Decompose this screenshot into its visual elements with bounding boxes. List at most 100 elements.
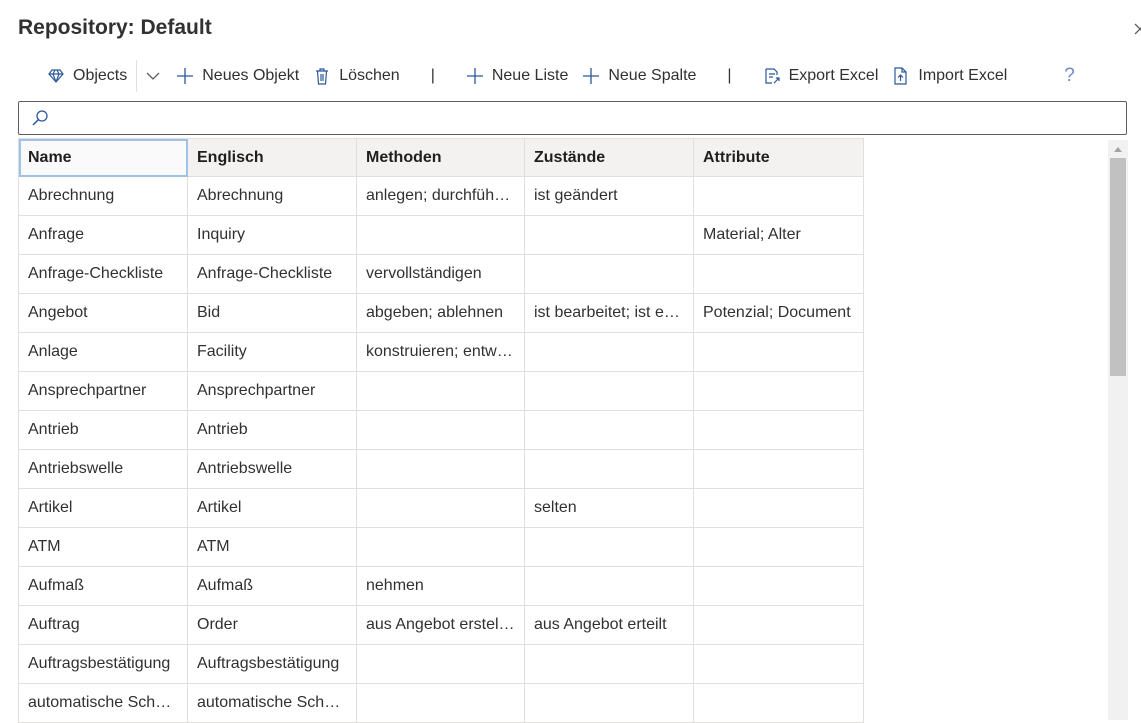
table-row[interactable]: Artikel Artikel selten (18, 488, 864, 528)
cell-zustaende[interactable] (524, 371, 694, 411)
cell-methoden[interactable] (356, 644, 525, 684)
cell-zustaende[interactable] (524, 683, 694, 723)
table-row[interactable]: Ansprechpartner Ansprechpartner (18, 371, 864, 411)
cell-zustaende[interactable] (524, 566, 694, 606)
cell-englisch[interactable]: Bid (187, 293, 357, 333)
cell-methoden[interactable]: anlegen; durchführen (356, 176, 525, 216)
cell-zustaende[interactable]: ist bearbeitet; ist erstellt (524, 293, 694, 333)
export-excel-button[interactable]: Export Excel (756, 58, 886, 94)
cell-attribute[interactable]: Potenzial; Document (693, 293, 864, 333)
cell-englisch[interactable]: Aufmaß (187, 566, 357, 606)
column-header-name[interactable]: Name (18, 138, 188, 177)
table-row[interactable]: automatische Schaltung automatische Schal… (18, 683, 864, 723)
cell-name[interactable]: Anlage (18, 332, 188, 372)
objects-button[interactable]: Objects (40, 58, 134, 94)
column-header-methoden[interactable]: Methoden (356, 138, 525, 177)
cell-name[interactable]: Artikel (18, 488, 188, 528)
scroll-up-button[interactable] (1108, 140, 1128, 158)
cell-attribute[interactable] (693, 410, 864, 450)
new-column-button[interactable]: Neue Spalte (575, 58, 703, 94)
close-icon[interactable] (1133, 22, 1141, 36)
cell-name[interactable]: Antrieb (18, 410, 188, 450)
cell-methoden[interactable]: vervollständigen (356, 254, 525, 294)
cell-methoden[interactable]: aus Angebot erstellen (356, 605, 525, 645)
cell-name[interactable]: Anfrage (18, 215, 188, 255)
table-row[interactable]: Antrieb Antrieb (18, 410, 864, 450)
new-list-button[interactable]: Neue Liste (459, 58, 576, 94)
column-header-englisch[interactable]: Englisch (187, 138, 357, 177)
help-button[interactable]: ? (1064, 65, 1075, 87)
cell-attribute[interactable] (693, 644, 864, 684)
cell-englisch[interactable]: Artikel (187, 488, 357, 528)
cell-attribute[interactable] (693, 449, 864, 489)
cell-methoden[interactable] (356, 683, 525, 723)
objects-dropdown-button[interactable] (139, 58, 169, 94)
cell-englisch[interactable]: Antrieb (187, 410, 357, 450)
cell-name[interactable]: Angebot (18, 293, 188, 333)
cell-englisch[interactable]: Antriebswelle (187, 449, 357, 489)
delete-button[interactable]: Löschen (306, 58, 407, 94)
cell-methoden[interactable] (356, 449, 525, 489)
cell-zustaende[interactable] (524, 410, 694, 450)
table-row[interactable]: Abrechnung Abrechnung anlegen; durchführen… (18, 176, 864, 216)
cell-name[interactable]: Antriebswelle (18, 449, 188, 489)
cell-methoden[interactable] (356, 410, 525, 450)
cell-attribute[interactable] (693, 332, 864, 372)
cell-attribute[interactable] (693, 371, 864, 411)
table-row[interactable]: Anfrage Inquiry Material; Alter (18, 215, 864, 255)
cell-zustaende[interactable]: ist geändert (524, 176, 694, 216)
cell-methoden[interactable] (356, 527, 525, 567)
cell-attribute[interactable] (693, 176, 864, 216)
cell-englisch[interactable]: ATM (187, 527, 357, 567)
cell-attribute[interactable]: Material; Alter (693, 215, 864, 255)
cell-name[interactable]: Aufmaß (18, 566, 188, 606)
cell-name[interactable]: Ansprechpartner (18, 371, 188, 411)
cell-englisch[interactable]: Facility (187, 332, 357, 372)
cell-methoden[interactable] (356, 488, 525, 528)
cell-attribute[interactable] (693, 566, 864, 606)
scrollbar-thumb[interactable] (1110, 158, 1126, 376)
cell-attribute[interactable] (693, 254, 864, 294)
cell-methoden[interactable] (356, 371, 525, 411)
cell-zustaende[interactable]: selten (524, 488, 694, 528)
cell-zustaende[interactable] (524, 644, 694, 684)
cell-methoden[interactable] (356, 215, 525, 255)
cell-methoden[interactable]: abgeben; ablehnen (356, 293, 525, 333)
cell-englisch[interactable]: Order (187, 605, 357, 645)
cell-englisch[interactable]: Ansprechpartner (187, 371, 357, 411)
cell-englisch[interactable]: automatische Schaltung (187, 683, 357, 723)
cell-name[interactable]: Auftragsbestätigung (18, 644, 188, 684)
import-excel-button[interactable]: Import Excel (885, 58, 1014, 94)
table-row[interactable]: ATM ATM (18, 527, 864, 567)
cell-zustaende[interactable] (524, 527, 694, 567)
cell-attribute[interactable] (693, 488, 864, 528)
table-row[interactable]: Anfrage-Checkliste Anfrage-Checkliste verv… (18, 254, 864, 294)
table-row[interactable]: Auftrag Order aus Angebot erstellen aus Ang… (18, 605, 864, 645)
cell-attribute[interactable] (693, 683, 864, 723)
column-header-attribute[interactable]: Attribute (693, 138, 864, 177)
cell-englisch[interactable]: Anfrage-Checkliste (187, 254, 357, 294)
table-row[interactable]: Angebot Bid abgeben; ablehnen ist bearbeite… (18, 293, 864, 333)
cell-attribute[interactable] (693, 527, 864, 567)
cell-attribute[interactable] (693, 605, 864, 645)
cell-methoden[interactable]: konstruieren; entwickeln (356, 332, 525, 372)
table-row[interactable]: Auftragsbestätigung Auftragsbestätigung (18, 644, 864, 684)
cell-zustaende[interactable]: aus Angebot erteilt (524, 605, 694, 645)
cell-zustaende[interactable] (524, 332, 694, 372)
new-object-button[interactable]: Neues Objekt (169, 58, 306, 94)
cell-zustaende[interactable] (524, 215, 694, 255)
cell-englisch[interactable]: Abrechnung (187, 176, 357, 216)
cell-name[interactable]: ATM (18, 527, 188, 567)
cell-zustaende[interactable] (524, 254, 694, 294)
vertical-scrollbar[interactable] (1108, 140, 1128, 720)
cell-zustaende[interactable] (524, 449, 694, 489)
table-row[interactable]: Antriebswelle Antriebswelle (18, 449, 864, 489)
cell-methoden[interactable]: nehmen (356, 566, 525, 606)
cell-englisch[interactable]: Auftragsbestätigung (187, 644, 357, 684)
table-row[interactable]: Anlage Facility konstruieren; entwickeln (18, 332, 864, 372)
cell-name[interactable]: Abrechnung (18, 176, 188, 216)
cell-name[interactable]: Anfrage-Checkliste (18, 254, 188, 294)
search-input[interactable] (57, 103, 1126, 133)
cell-name[interactable]: automatische Schaltung (18, 683, 188, 723)
cell-name[interactable]: Auftrag (18, 605, 188, 645)
